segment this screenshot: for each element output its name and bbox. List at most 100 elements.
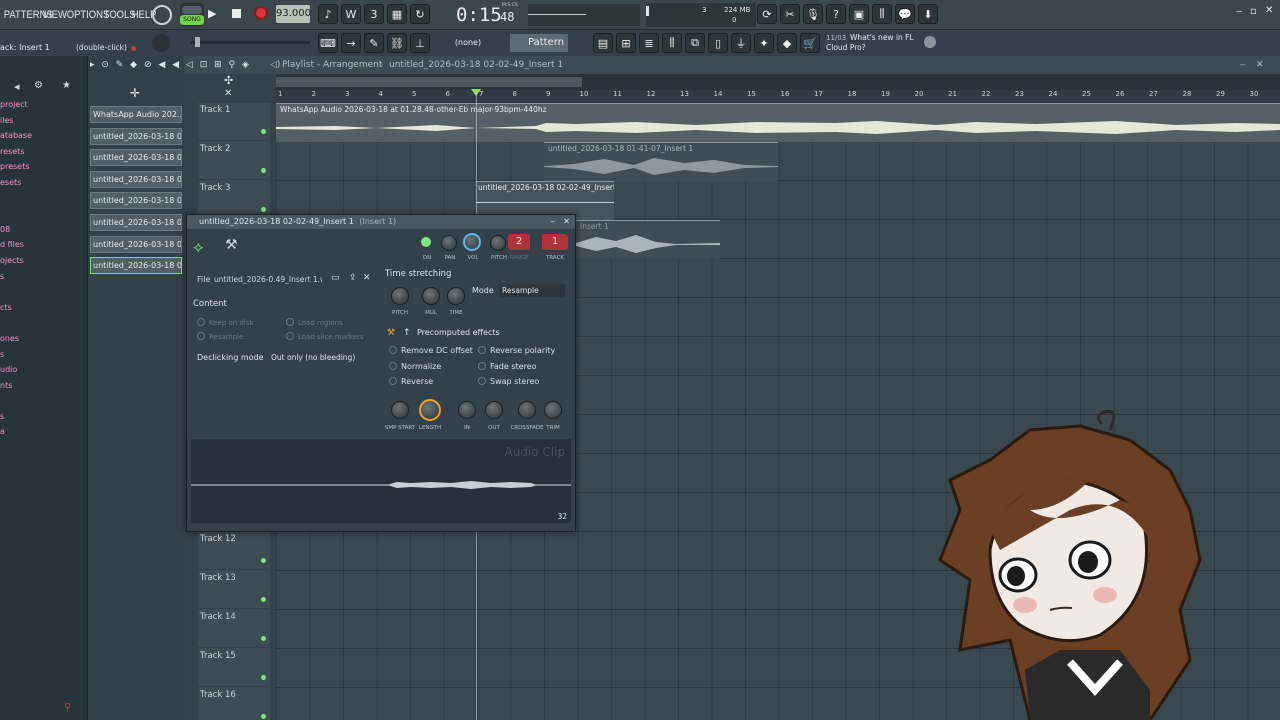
record-icon[interactable] (254, 6, 268, 20)
resample-option[interactable]: Resample (197, 332, 243, 341)
playlist-close-x-icon[interactable]: ✕ (224, 88, 232, 99)
browser-item[interactable]: s (0, 272, 88, 288)
draw-icon[interactable]: ✎ (364, 33, 384, 53)
crossfade-knob[interactable] (518, 401, 536, 419)
browser-item[interactable]: udio (0, 365, 88, 381)
sample-start-knob[interactable] (391, 401, 409, 419)
browser-back-icon[interactable]: ◂ (14, 80, 20, 93)
channel-item[interactable]: untitled_2026-03-18 02-... (90, 257, 182, 275)
file-name[interactable]: untitled_2026-0.49_Insert 1.wav (214, 275, 322, 284)
browser-item[interactable]: s (0, 350, 88, 366)
stop-icon[interactable] (232, 9, 241, 18)
refresh-icon[interactable]: ⟳ (757, 4, 777, 24)
channel-item[interactable]: untitled_2026-03-18 01-... (90, 149, 182, 167)
browser-item[interactable]: iles (0, 116, 88, 132)
audio-clip-track2[interactable]: untitled_2026-03-18 01-41-07_Insert 1 (544, 142, 778, 181)
browser-item[interactable]: ojects (0, 256, 88, 272)
minimize-icon[interactable]: ‒ (1236, 6, 1242, 17)
out-knob[interactable] (485, 401, 503, 419)
plug-icon[interactable]: ⏚ (731, 33, 751, 53)
volume-knob[interactable] (463, 233, 481, 251)
menu-options[interactable]: OPTIONS (65, 9, 110, 21)
wrench-icon[interactable]: ⚒ (225, 237, 238, 253)
stretch-mul-knob[interactable] (422, 287, 440, 305)
browser-item[interactable]: s (0, 412, 88, 428)
browser-item[interactable] (0, 209, 88, 225)
stretch-pitch-knob[interactable] (391, 287, 409, 305)
open-folder-icon[interactable]: ▭ (331, 273, 340, 283)
normalize-option[interactable]: Normalize (389, 362, 441, 371)
pattern-none-selector[interactable]: (none) (444, 34, 492, 51)
add-channel-icon[interactable]: ✛ (130, 86, 140, 100)
track-led[interactable] (261, 168, 266, 173)
link-icon[interactable]: ⛓ (387, 33, 407, 53)
chat-icon[interactable]: 💬 (895, 4, 915, 24)
news-text[interactable]: What's new in FL Cloud Pro? (826, 33, 918, 53)
browser-item[interactable]: atabase (0, 131, 88, 147)
playlist-close-icon[interactable]: ✕ (1256, 56, 1264, 74)
news-icon[interactable] (924, 36, 936, 48)
playlist-tools-icon[interactable]: ▸ ⊙ ✎ ◆ ⊘ ◀ ◀ ◁ ⊡ ⊞ ⚲ ◈ (90, 56, 251, 74)
song-mode-toggle[interactable]: SONG (180, 3, 204, 27)
zoom-value[interactable]: 32 (557, 512, 567, 521)
range-value[interactable]: 2 (508, 234, 530, 250)
help-icon[interactable]: ? (826, 4, 846, 24)
on-led[interactable] (421, 237, 431, 247)
master-pitch-knob[interactable] (152, 34, 170, 52)
pattern-selector[interactable]: Pattern 1 (510, 34, 568, 66)
track-value[interactable]: 1 (542, 234, 568, 250)
track-led[interactable] (261, 558, 266, 563)
browser-item[interactable] (0, 318, 88, 334)
browser-item[interactable]: a (0, 427, 88, 443)
fade-stereo-option[interactable]: Fade stereo (478, 362, 536, 371)
load-regions-option[interactable]: Load regions (286, 318, 343, 327)
browser-item[interactable]: d files (0, 240, 88, 256)
typing-keyboard-icon[interactable]: ♪ (318, 4, 338, 24)
waveform-tab-icon[interactable]: ⟡ (193, 237, 204, 257)
track-led[interactable] (261, 714, 266, 719)
browser-item[interactable] (0, 287, 88, 303)
menu-patterns[interactable]: PATTERNS (2, 9, 53, 21)
piano-icon[interactable]: ⊞ (616, 33, 636, 53)
pitch-knob[interactable] (490, 235, 506, 251)
browser-favorite-icon[interactable]: ★ (62, 80, 71, 91)
playlist-speaker-icon[interactable]: ◁) (270, 56, 280, 74)
in-knob[interactable] (458, 401, 476, 419)
browser-item[interactable]: ones (0, 334, 88, 350)
track-led[interactable] (261, 129, 266, 134)
browser-item[interactable]: presets (0, 162, 88, 178)
hint-icon[interactable]: ✦ (754, 33, 774, 53)
shop-icon[interactable]: 🛒 (800, 33, 820, 53)
channel-item[interactable]: untitled_2026-03-18 01-... (90, 192, 182, 210)
channel-item[interactable]: WhatsApp Audio 202... (90, 106, 182, 123)
stamp-icon[interactable]: ⊥ (410, 33, 430, 53)
load-slice-markers-option[interactable]: Load slice markers (286, 332, 364, 341)
browser-item[interactable]: esets (0, 178, 88, 194)
close-icon[interactable]: ✕ (1265, 5, 1273, 16)
channel-rack-icon[interactable]: ≣ (639, 33, 659, 53)
master-volume-slider[interactable] (190, 37, 310, 47)
track-led[interactable] (261, 675, 266, 680)
window-close-icon[interactable]: ✕ (563, 215, 570, 229)
track-led[interactable] (261, 636, 266, 641)
browser-settings-icon[interactable]: ⚙ (34, 80, 43, 91)
menu-view[interactable]: VIEW (41, 9, 67, 21)
channel-item[interactable]: untitled_2026-03-18 01-... (90, 214, 182, 231)
declicking-dropdown[interactable]: Out only (no bleeding) (267, 351, 371, 365)
track-led[interactable] (261, 207, 266, 212)
arrow-up-icon[interactable]: ↑ (403, 328, 411, 338)
microphone-icon[interactable]: 🎙 (803, 4, 823, 24)
mixer-view-icon[interactable]: ⫼ (662, 33, 682, 53)
wait-icon[interactable]: W (341, 4, 361, 24)
tempo-display[interactable]: 93.000 (276, 5, 311, 23)
browser-item[interactable]: resets (0, 147, 88, 163)
audio-clip-title-bar[interactable]: untitled_2026-03-18 02-02-49_Insert 1 (I… (187, 215, 575, 229)
browser-item[interactable] (0, 396, 88, 412)
save-icon[interactable]: ▣ (849, 4, 869, 24)
browser-item[interactable]: project (0, 100, 88, 116)
countdown-icon[interactable]: 3 (364, 4, 384, 24)
download-icon[interactable]: ⬇ (918, 4, 938, 24)
browser-search-icon[interactable]: ⚲ (64, 702, 71, 713)
track-header[interactable]: Track 14 (198, 610, 268, 648)
channel-item[interactable]: untitled_2026-03-18 01-... (90, 170, 182, 188)
